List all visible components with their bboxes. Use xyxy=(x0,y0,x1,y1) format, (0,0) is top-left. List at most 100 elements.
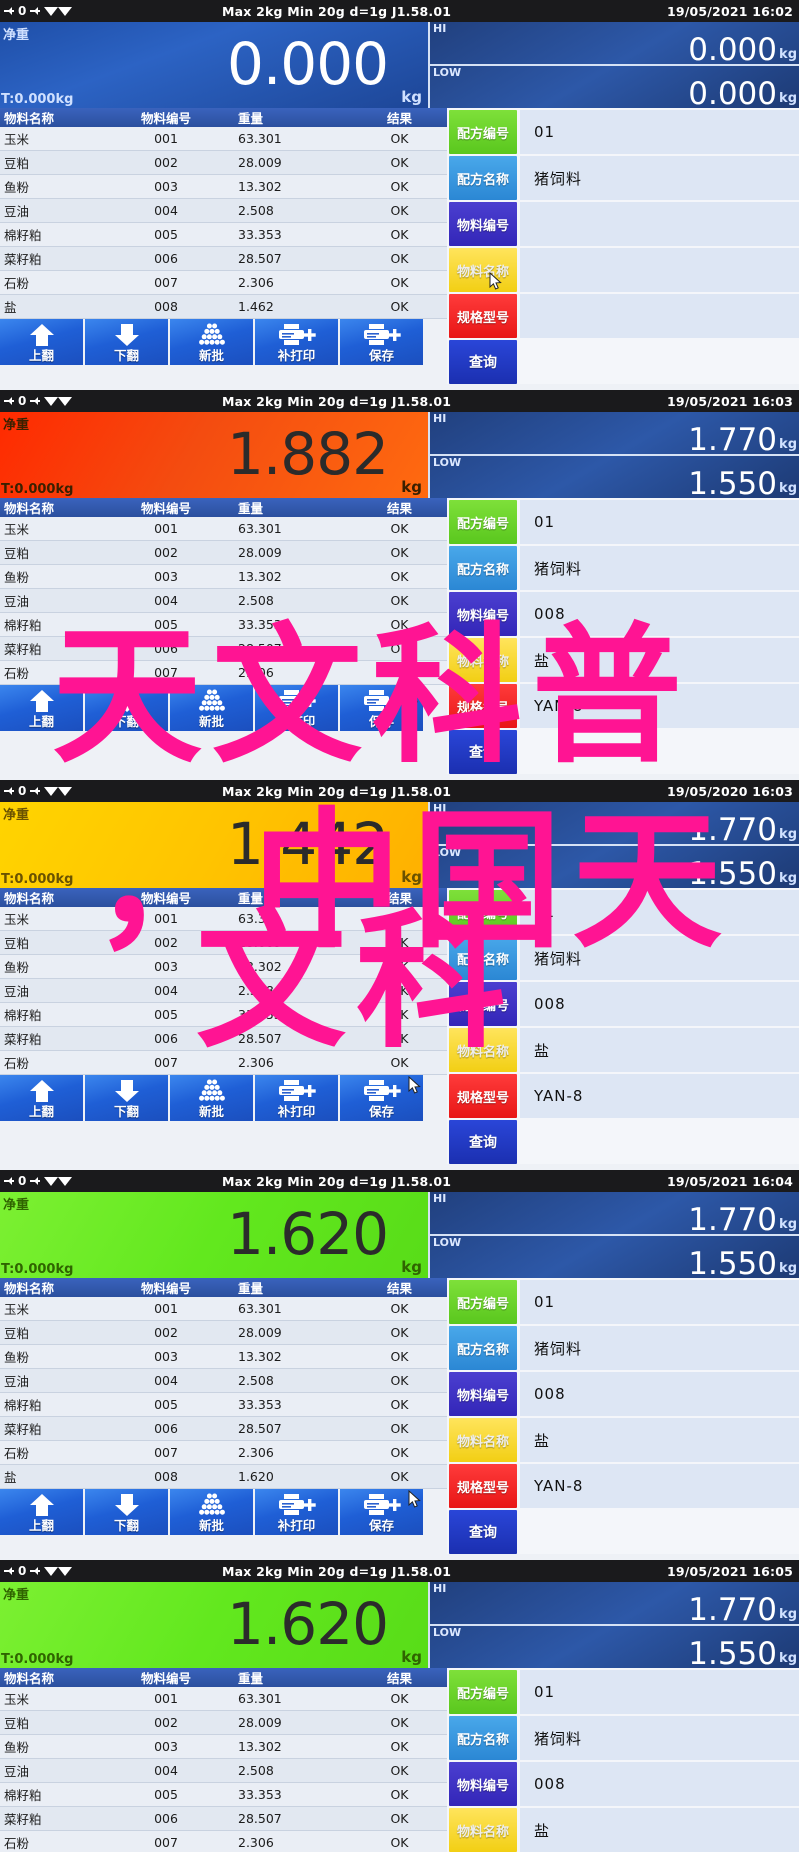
field-recipe-name-value[interactable]: 猪饲料 xyxy=(520,156,799,200)
toolbar-button-1[interactable]: 下翻 xyxy=(85,319,170,365)
table-row[interactable]: 玉米 001 63.301 OK xyxy=(0,1687,447,1711)
field-material-code-label[interactable]: 物料编号 xyxy=(449,592,517,636)
table-row[interactable]: 鱼粉 003 13.302 OK xyxy=(0,564,447,589)
field-material-name-label[interactable]: 物料名称 xyxy=(449,248,517,292)
query-button[interactable]: 查询 xyxy=(449,1120,517,1164)
table-row[interactable]: 菜籽粕 006 28.507 OK xyxy=(0,1416,447,1441)
table-row[interactable]: 菜籽粕 006 28.507 OK xyxy=(0,1806,447,1831)
table-row[interactable]: 石粉 007 2.306 OK xyxy=(0,1050,447,1075)
field-recipe-code-label[interactable]: 配方编号 xyxy=(449,1670,517,1714)
field-material-name-label[interactable]: 物料名称 xyxy=(449,1808,517,1852)
table-row[interactable]: 玉米 001 63.301 OK xyxy=(0,1297,447,1321)
field-recipe-code-value[interactable]: 01 xyxy=(520,500,799,544)
table-row[interactable]: 棉籽粕 005 33.353 OK xyxy=(0,222,447,247)
table-row[interactable]: 豆粕 002 28.009 OK xyxy=(0,1320,447,1345)
field-recipe-code-value[interactable]: 01 xyxy=(520,110,799,154)
field-material-code-value[interactable]: 008 xyxy=(520,592,799,636)
table-row[interactable]: 玉米 001 63.301 OK xyxy=(0,517,447,541)
table-row[interactable]: 豆粕 002 28.009 OK xyxy=(0,930,447,955)
toolbar-button-1[interactable]: 下翻 xyxy=(85,1489,170,1535)
table-row[interactable]: 石粉 007 2.306 OK xyxy=(0,1830,447,1852)
table-row[interactable]: 石粉 007 2.306 OK xyxy=(0,660,447,685)
toolbar-button-0[interactable]: 上翻 xyxy=(0,1075,85,1121)
table-row[interactable]: 棉籽粕 005 33.353 OK xyxy=(0,1782,447,1807)
table-row[interactable]: 豆油 004 2.508 OK xyxy=(0,978,447,1003)
table-row[interactable]: 棉籽粕 005 33.353 OK xyxy=(0,1392,447,1417)
table-row[interactable]: 菜籽粕 006 28.507 OK xyxy=(0,1026,447,1051)
field-recipe-name-label[interactable]: 配方名称 xyxy=(449,1716,517,1760)
field-spec-model-value[interactable] xyxy=(520,294,799,338)
table-row[interactable]: 石粉 007 2.306 OK xyxy=(0,270,447,295)
table-row[interactable]: 豆粕 002 28.009 OK xyxy=(0,150,447,175)
field-material-code-value[interactable]: 008 xyxy=(520,1372,799,1416)
field-material-code-label[interactable]: 物料编号 xyxy=(449,1762,517,1806)
field-recipe-code-label[interactable]: 配方编号 xyxy=(449,1280,517,1324)
field-recipe-name-label[interactable]: 配方名称 xyxy=(449,936,517,980)
field-recipe-name-value[interactable]: 猪饲料 xyxy=(520,1326,799,1370)
toolbar-button-2[interactable]: 新批 xyxy=(170,1075,255,1121)
table-row[interactable]: 鱼粉 003 13.302 OK xyxy=(0,954,447,979)
field-recipe-code-label[interactable]: 配方编号 xyxy=(449,890,517,934)
query-button[interactable]: 查询 xyxy=(449,1510,517,1554)
table-row[interactable]: 棉籽粕 005 33.353 OK xyxy=(0,612,447,637)
table-row[interactable]: 盐 008 1.620 OK xyxy=(0,1464,447,1489)
table-row[interactable]: 石粉 007 2.306 OK xyxy=(0,1440,447,1465)
table-row[interactable]: 豆油 004 2.508 OK xyxy=(0,198,447,223)
toolbar-button-4[interactable]: 保存 xyxy=(340,319,425,365)
field-recipe-code-label[interactable]: 配方编号 xyxy=(449,500,517,544)
field-material-name-value[interactable]: 盐 xyxy=(520,1418,799,1462)
toolbar-button-0[interactable]: 上翻 xyxy=(0,1489,85,1535)
field-recipe-name-value[interactable]: 猪饲料 xyxy=(520,936,799,980)
query-button[interactable]: 查询 xyxy=(449,340,517,384)
field-material-code-label[interactable]: 物料编号 xyxy=(449,982,517,1026)
toolbar-button-4[interactable]: 保存 xyxy=(340,1489,425,1535)
field-recipe-name-label[interactable]: 配方名称 xyxy=(449,1326,517,1370)
field-spec-model-value[interactable]: YAN-8 xyxy=(520,1074,799,1118)
field-spec-model-value[interactable]: YAN-8 xyxy=(520,1464,799,1508)
field-recipe-code-value[interactable]: 01 xyxy=(520,890,799,934)
table-row[interactable]: 豆粕 002 28.009 OK xyxy=(0,540,447,565)
toolbar-button-1[interactable]: 下翻 xyxy=(85,1075,170,1121)
toolbar-button-0[interactable]: 上翻 xyxy=(0,685,85,731)
field-material-code-value[interactable] xyxy=(520,202,799,246)
toolbar-button-3[interactable]: 补打印 xyxy=(255,319,340,365)
table-row[interactable]: 豆油 004 2.508 OK xyxy=(0,588,447,613)
field-material-name-label[interactable]: 物料名称 xyxy=(449,1028,517,1072)
table-row[interactable]: 菜籽粕 006 28.507 OK xyxy=(0,246,447,271)
field-spec-model-label[interactable]: 规格型号 xyxy=(449,1464,517,1508)
toolbar-button-4[interactable]: 保存 xyxy=(340,1075,425,1121)
table-row[interactable]: 鱼粉 003 13.302 OK xyxy=(0,1734,447,1759)
table-row[interactable]: 鱼粉 003 13.302 OK xyxy=(0,174,447,199)
field-material-code-value[interactable]: 008 xyxy=(520,982,799,1026)
field-recipe-code-label[interactable]: 配方编号 xyxy=(449,110,517,154)
toolbar-button-3[interactable]: 补打印 xyxy=(255,685,340,731)
field-material-code-value[interactable]: 008 xyxy=(520,1762,799,1806)
field-material-name-value[interactable]: 盐 xyxy=(520,1808,799,1852)
toolbar-button-2[interactable]: 新批 xyxy=(170,1489,255,1535)
field-recipe-code-value[interactable]: 01 xyxy=(520,1280,799,1324)
field-spec-model-label[interactable]: 规格型号 xyxy=(449,684,517,728)
field-material-name-value[interactable]: 盐 xyxy=(520,1028,799,1072)
toolbar-button-2[interactable]: 新批 xyxy=(170,319,255,365)
table-row[interactable]: 鱼粉 003 13.302 OK xyxy=(0,1344,447,1369)
toolbar-button-1[interactable]: 下翻 xyxy=(85,685,170,731)
field-spec-model-value[interactable]: YAN-8 xyxy=(520,684,799,728)
table-row[interactable]: 菜籽粕 006 28.507 OK xyxy=(0,636,447,661)
field-spec-model-label[interactable]: 规格型号 xyxy=(449,294,517,338)
table-row[interactable]: 豆油 004 2.508 OK xyxy=(0,1758,447,1783)
table-row[interactable]: 玉米 001 63.301 OK xyxy=(0,907,447,931)
table-row[interactable]: 盐 008 1.462 OK xyxy=(0,294,447,319)
field-spec-model-label[interactable]: 规格型号 xyxy=(449,1074,517,1118)
toolbar-button-3[interactable]: 补打印 xyxy=(255,1489,340,1535)
field-recipe-name-value[interactable]: 猪饲料 xyxy=(520,546,799,590)
toolbar-button-4[interactable]: 保存 xyxy=(340,685,425,731)
table-row[interactable]: 玉米 001 63.301 OK xyxy=(0,127,447,151)
table-row[interactable]: 豆粕 002 28.009 OK xyxy=(0,1710,447,1735)
table-row[interactable]: 豆油 004 2.508 OK xyxy=(0,1368,447,1393)
field-recipe-name-label[interactable]: 配方名称 xyxy=(449,156,517,200)
field-recipe-name-value[interactable]: 猪饲料 xyxy=(520,1716,799,1760)
field-material-name-label[interactable]: 物料名称 xyxy=(449,638,517,682)
toolbar-button-0[interactable]: 上翻 xyxy=(0,319,85,365)
query-button[interactable]: 查询 xyxy=(449,730,517,774)
field-recipe-code-value[interactable]: 01 xyxy=(520,1670,799,1714)
